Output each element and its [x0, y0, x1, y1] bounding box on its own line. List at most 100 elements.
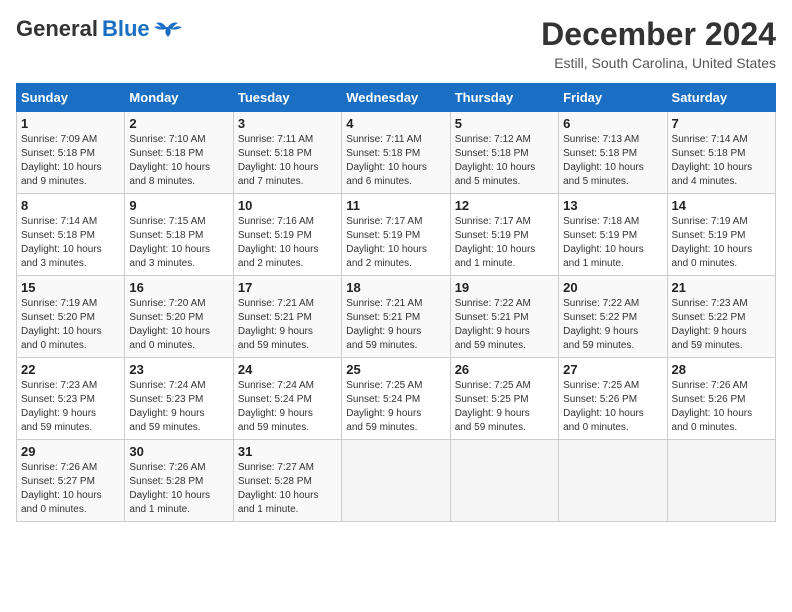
day-number: 16 — [129, 280, 228, 295]
day-info: Sunrise: 7:26 AM Sunset: 5:27 PM Dayligh… — [21, 461, 120, 517]
day-info: Sunrise: 7:21 AM Sunset: 5:21 PM Dayligh… — [346, 297, 445, 353]
table-row: 19 Sunrise: 7:22 AM Sunset: 5:21 PM Dayli… — [450, 276, 558, 358]
day-number: 31 — [238, 444, 337, 459]
day-number: 4 — [346, 116, 445, 131]
table-row: 6 Sunrise: 7:13 AM Sunset: 5:18 PM Daylig… — [559, 112, 667, 194]
day-info: Sunrise: 7:23 AM Sunset: 5:23 PM Dayligh… — [21, 379, 120, 435]
table-row: 21Sunrise: 7:23 AM Sunset: 5:22 PM Dayli… — [667, 276, 775, 358]
day-header-tuesday: Tuesday — [233, 84, 341, 112]
day-number: 10 — [238, 198, 337, 213]
day-info: Sunrise: 7:21 AM Sunset: 5:21 PM Dayligh… — [238, 297, 337, 353]
day-number: 1 — [21, 116, 120, 131]
calendar-title: December 2024 — [541, 16, 776, 53]
day-info: Sunrise: 7:17 AM Sunset: 5:19 PM Dayligh… — [455, 215, 554, 271]
table-row: 18 Sunrise: 7:21 AM Sunset: 5:21 PM Dayli… — [342, 276, 450, 358]
day-info: Sunrise: 7:22 AM Sunset: 5:22 PM Dayligh… — [563, 297, 662, 353]
day-info: Sunrise: 7:09 AM Sunset: 5:18 PM Dayligh… — [21, 133, 120, 189]
logo-bird-icon — [154, 19, 182, 39]
day-number: 6 — [563, 116, 662, 131]
day-info: Sunrise: 7:17 AM Sunset: 5:19 PM Dayligh… — [346, 215, 445, 271]
title-area: December 2024 Estill, South Carolina, Un… — [541, 16, 776, 71]
table-row: 23Sunrise: 7:24 AM Sunset: 5:23 PM Dayli… — [125, 358, 233, 440]
day-number: 28 — [672, 362, 771, 377]
day-number: 3 — [238, 116, 337, 131]
day-info: Sunrise: 7:25 AM Sunset: 5:25 PM Dayligh… — [455, 379, 554, 435]
days-header-row: SundayMondayTuesdayWednesdayThursdayFrid… — [17, 84, 776, 112]
day-number: 9 — [129, 198, 228, 213]
day-number: 21 — [672, 280, 771, 295]
day-info: Sunrise: 7:15 AM Sunset: 5:18 PM Dayligh… — [129, 215, 228, 271]
day-info: Sunrise: 7:16 AM Sunset: 5:19 PM Dayligh… — [238, 215, 337, 271]
day-number: 25 — [346, 362, 445, 377]
day-info: Sunrise: 7:22 AM Sunset: 5:21 PM Dayligh… — [455, 297, 554, 353]
day-number: 18 — [346, 280, 445, 295]
table-row: 30 Sunrise: 7:26 AM Sunset: 5:28 PM Dayli… — [125, 440, 233, 522]
table-row: 25 Sunrise: 7:25 AM Sunset: 5:24 PM Dayli… — [342, 358, 450, 440]
day-number: 30 — [129, 444, 228, 459]
day-number: 5 — [455, 116, 554, 131]
table-row — [342, 440, 450, 522]
table-row: 31 Sunrise: 7:27 AM Sunset: 5:28 PM Dayli… — [233, 440, 341, 522]
day-number: 14 — [672, 198, 771, 213]
day-number: 8 — [21, 198, 120, 213]
table-row: 7Sunrise: 7:14 AM Sunset: 5:18 PM Daylig… — [667, 112, 775, 194]
day-number: 24 — [238, 362, 337, 377]
day-info: Sunrise: 7:10 AM Sunset: 5:18 PM Dayligh… — [129, 133, 228, 189]
logo-general-text: General — [16, 16, 98, 42]
day-number: 29 — [21, 444, 120, 459]
calendar-week-3: 15Sunrise: 7:19 AM Sunset: 5:20 PM Dayli… — [17, 276, 776, 358]
day-number: 12 — [455, 198, 554, 213]
table-row: 28 Sunrise: 7:26 AM Sunset: 5:26 PM Dayli… — [667, 358, 775, 440]
table-row: 8Sunrise: 7:14 AM Sunset: 5:18 PM Daylig… — [17, 194, 125, 276]
calendar-week-2: 8Sunrise: 7:14 AM Sunset: 5:18 PM Daylig… — [17, 194, 776, 276]
table-row: 26Sunrise: 7:25 AM Sunset: 5:25 PM Dayli… — [450, 358, 558, 440]
table-row: 29 Sunrise: 7:26 AM Sunset: 5:27 PM Dayli… — [17, 440, 125, 522]
table-row: 22Sunrise: 7:23 AM Sunset: 5:23 PM Dayli… — [17, 358, 125, 440]
day-info: Sunrise: 7:24 AM Sunset: 5:24 PM Dayligh… — [238, 379, 337, 435]
day-header-sunday: Sunday — [17, 84, 125, 112]
calendar-week-1: 1 Sunrise: 7:09 AM Sunset: 5:18 PM Daylig… — [17, 112, 776, 194]
day-info: Sunrise: 7:18 AM Sunset: 5:19 PM Dayligh… — [563, 215, 662, 271]
day-info: Sunrise: 7:26 AM Sunset: 5:26 PM Dayligh… — [672, 379, 771, 435]
table-row: 13 Sunrise: 7:18 AM Sunset: 5:19 PM Dayli… — [559, 194, 667, 276]
day-info: Sunrise: 7:19 AM Sunset: 5:19 PM Dayligh… — [672, 215, 771, 271]
table-row: 12 Sunrise: 7:17 AM Sunset: 5:19 PM Dayli… — [450, 194, 558, 276]
day-header-saturday: Saturday — [667, 84, 775, 112]
day-header-friday: Friday — [559, 84, 667, 112]
table-row — [559, 440, 667, 522]
day-info: Sunrise: 7:11 AM Sunset: 5:18 PM Dayligh… — [346, 133, 445, 189]
day-header-monday: Monday — [125, 84, 233, 112]
header: General Blue December 2024 Estill, South… — [16, 16, 776, 71]
day-number: 17 — [238, 280, 337, 295]
day-info: Sunrise: 7:26 AM Sunset: 5:28 PM Dayligh… — [129, 461, 228, 517]
table-row: 24 Sunrise: 7:24 AM Sunset: 5:24 PM Dayli… — [233, 358, 341, 440]
table-row: 17 Sunrise: 7:21 AM Sunset: 5:21 PM Dayli… — [233, 276, 341, 358]
calendar-week-5: 29 Sunrise: 7:26 AM Sunset: 5:27 PM Dayli… — [17, 440, 776, 522]
day-number: 27 — [563, 362, 662, 377]
table-row: 9 Sunrise: 7:15 AM Sunset: 5:18 PM Daylig… — [125, 194, 233, 276]
day-info: Sunrise: 7:11 AM Sunset: 5:18 PM Dayligh… — [238, 133, 337, 189]
day-info: Sunrise: 7:25 AM Sunset: 5:24 PM Dayligh… — [346, 379, 445, 435]
table-row: 3 Sunrise: 7:11 AM Sunset: 5:18 PM Daylig… — [233, 112, 341, 194]
calendar-table: SundayMondayTuesdayWednesdayThursdayFrid… — [16, 83, 776, 522]
table-row — [450, 440, 558, 522]
day-header-thursday: Thursday — [450, 84, 558, 112]
table-row: 20 Sunrise: 7:22 AM Sunset: 5:22 PM Dayli… — [559, 276, 667, 358]
day-number: 20 — [563, 280, 662, 295]
day-number: 15 — [21, 280, 120, 295]
day-number: 19 — [455, 280, 554, 295]
logo-blue-text: Blue — [102, 16, 150, 42]
day-header-wednesday: Wednesday — [342, 84, 450, 112]
day-number: 13 — [563, 198, 662, 213]
calendar-week-4: 22Sunrise: 7:23 AM Sunset: 5:23 PM Dayli… — [17, 358, 776, 440]
table-row — [667, 440, 775, 522]
day-number: 11 — [346, 198, 445, 213]
day-number: 2 — [129, 116, 228, 131]
day-info: Sunrise: 7:13 AM Sunset: 5:18 PM Dayligh… — [563, 133, 662, 189]
table-row: 27 Sunrise: 7:25 AM Sunset: 5:26 PM Dayli… — [559, 358, 667, 440]
logo: General Blue — [16, 16, 182, 42]
table-row: 5Sunrise: 7:12 AM Sunset: 5:18 PM Daylig… — [450, 112, 558, 194]
day-info: Sunrise: 7:14 AM Sunset: 5:18 PM Dayligh… — [672, 133, 771, 189]
day-info: Sunrise: 7:27 AM Sunset: 5:28 PM Dayligh… — [238, 461, 337, 517]
day-info: Sunrise: 7:25 AM Sunset: 5:26 PM Dayligh… — [563, 379, 662, 435]
